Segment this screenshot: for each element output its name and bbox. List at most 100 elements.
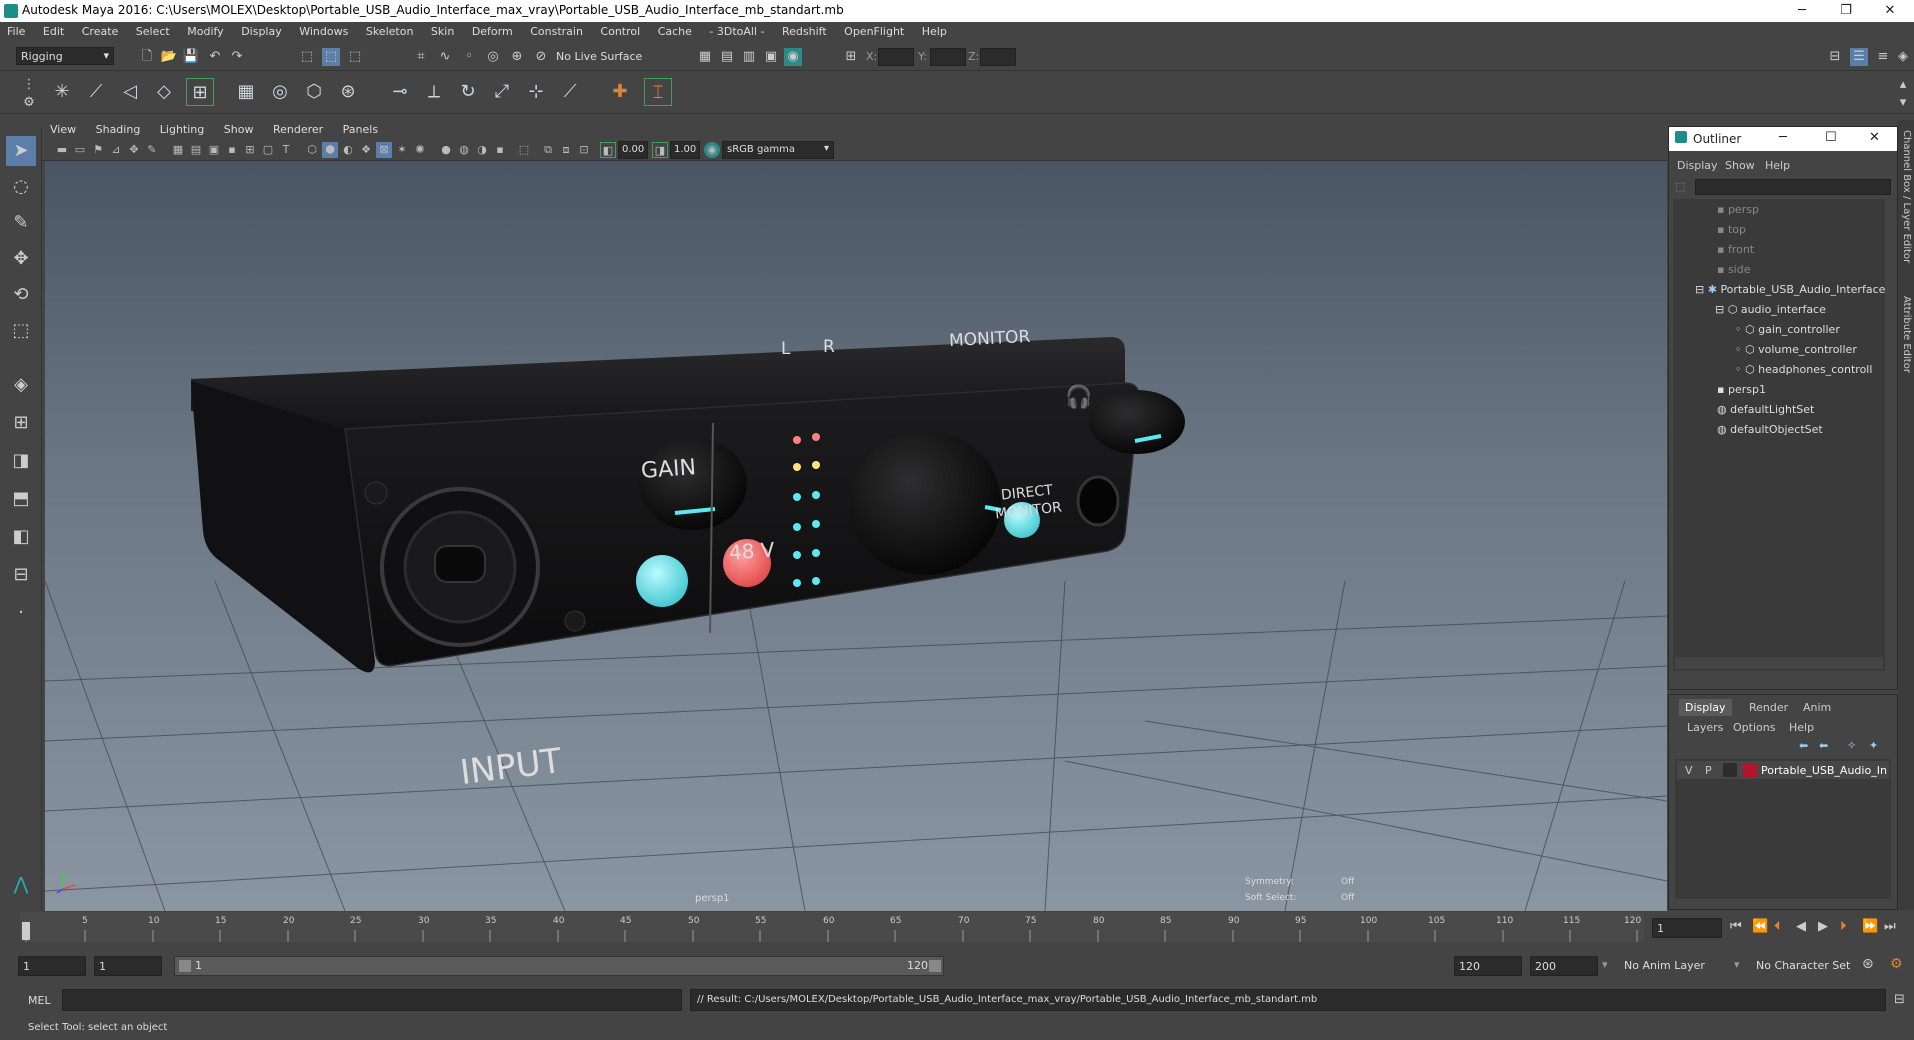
- animation-start-field[interactable]: 1: [18, 956, 86, 976]
- search-icon[interactable]: ⬚: [1675, 180, 1685, 193]
- xray-active-icon[interactable]: ⧈: [558, 142, 574, 158]
- step-forward-frame-icon[interactable]: ⏵: [1840, 919, 1847, 934]
- grid-icon[interactable]: ▦: [170, 142, 186, 158]
- pole-vector-icon[interactable]: ⟋: [556, 78, 584, 106]
- scale-tool-icon[interactable]: ⬚: [6, 316, 36, 346]
- outliner-item-gain-controller[interactable]: ◦ ⬡ gain_controller: [1735, 323, 1914, 343]
- playback-start-field[interactable]: 1: [94, 956, 162, 976]
- undo-icon[interactable]: ↶: [206, 48, 224, 66]
- menu-windows[interactable]: Windows: [292, 22, 355, 38]
- mirror-joint-icon[interactable]: ◇: [150, 78, 178, 106]
- move-layer-up-icon[interactable]: ⬅: [1799, 739, 1808, 752]
- script-language-toggle[interactable]: MEL: [28, 994, 51, 1007]
- shelf-scroll-up-icon[interactable]: ▴: [1894, 76, 1912, 94]
- modeling-toolkit-icon[interactable]: ⊟: [1826, 48, 1844, 66]
- anim-layer-dropdown[interactable]: No Anim Layer: [1620, 956, 1744, 976]
- layer-playback-toggle[interactable]: P: [1705, 764, 1712, 777]
- outliner-item-volume-controller[interactable]: ◦ ⬡ volume_controller: [1735, 343, 1914, 363]
- hypershade-icon[interactable]: ◉: [784, 48, 802, 66]
- menu-help[interactable]: Help: [915, 22, 954, 38]
- panel-menu-shading[interactable]: Shading: [88, 120, 149, 136]
- attribute-editor-tab[interactable]: Attribute Editor: [1901, 296, 1912, 373]
- menu-3dtoall[interactable]: - 3DtoAll -: [702, 22, 771, 38]
- select-tool-icon[interactable]: ➤: [6, 136, 36, 166]
- x-field[interactable]: [878, 48, 914, 66]
- locator-icon[interactable]: ✚: [606, 78, 634, 106]
- joint-tool-icon[interactable]: ✳: [48, 78, 76, 106]
- menu-create[interactable]: Create: [75, 22, 126, 38]
- menu-redshift[interactable]: Redshift: [775, 22, 834, 38]
- restore-button[interactable]: ❐: [1824, 0, 1868, 22]
- outliner-item-audio-interface[interactable]: ⊟ ⬡ audio_interface: [1715, 303, 1914, 323]
- step-forward-key-icon[interactable]: ⏩: [1862, 919, 1878, 934]
- menu-control[interactable]: Control: [593, 22, 647, 38]
- y-field[interactable]: [930, 48, 966, 66]
- open-scene-icon[interactable]: 📂: [160, 48, 178, 66]
- motion-blur-icon[interactable]: ◑: [474, 142, 490, 158]
- z-field[interactable]: [980, 48, 1016, 66]
- gate-mask-icon[interactable]: ▪: [224, 142, 240, 158]
- hud-icon[interactable]: ⊡: [576, 142, 592, 158]
- color-space-dropdown[interactable]: sRGB gamma ▾: [722, 141, 834, 159]
- outliner-item-default-light-set[interactable]: ◍ defaultLightSet: [1717, 403, 1914, 423]
- time-slider[interactable]: 5 10 15 20 25 30 35 40 45 50 55 60 65 70…: [0, 912, 1914, 946]
- cluster-handle-icon[interactable]: ⌶: [644, 78, 672, 106]
- layers-menu-help[interactable]: Help: [1789, 721, 1814, 734]
- outliner-menu-show[interactable]: Show: [1725, 159, 1755, 172]
- smooth-shade-icon[interactable]: ⬢: [322, 142, 338, 158]
- step-back-key-icon[interactable]: ⏪: [1752, 919, 1768, 934]
- menu-select[interactable]: Select: [129, 22, 177, 38]
- new-layer-icon[interactable]: ✧: [1847, 739, 1856, 752]
- resolution-gate-icon[interactable]: ▣: [206, 142, 222, 158]
- shelf-scroll-down-icon[interactable]: ▾: [1894, 94, 1912, 112]
- gamma-icon[interactable]: ◨: [652, 142, 668, 158]
- orient-constraint-icon[interactable]: ↻: [454, 78, 482, 106]
- select-component-icon[interactable]: ⬚: [346, 48, 364, 66]
- make-live-icon[interactable]: ⊘: [532, 48, 550, 66]
- outliner-menu-help[interactable]: Help: [1765, 159, 1790, 172]
- playback-end-field[interactable]: 120: [1454, 956, 1522, 976]
- menu-display[interactable]: Display: [234, 22, 289, 38]
- graph-persp-layout-icon[interactable]: ⬒: [6, 484, 36, 514]
- chevron-down-icon[interactable]: ▾: [1734, 958, 1740, 971]
- command-input[interactable]: [62, 989, 682, 1011]
- ik-spline-icon[interactable]: ◁: [116, 78, 144, 106]
- safe-action-icon[interactable]: ▢: [260, 142, 276, 158]
- exposure-field[interactable]: 0.00: [618, 141, 648, 159]
- menu-edit[interactable]: Edit: [36, 22, 71, 38]
- close-button[interactable]: ✕: [1868, 0, 1912, 22]
- outliner-horizontal-scrollbar[interactable]: [1675, 657, 1883, 669]
- camera-attributes-icon[interactable]: ▭: [72, 142, 88, 158]
- render-frame-icon[interactable]: ▦: [696, 48, 714, 66]
- panel-menu-view[interactable]: View: [42, 120, 84, 136]
- new-layer-selected-icon[interactable]: ✦: [1869, 739, 1878, 752]
- ik-handle-icon[interactable]: ⟋: [82, 78, 110, 106]
- snap-curve-icon[interactable]: ∿: [436, 48, 454, 66]
- shelf-gear-icon[interactable]: ⚙: [20, 94, 38, 112]
- outliner-menu-display[interactable]: Display: [1677, 159, 1718, 172]
- animation-prefs-icon[interactable]: ⚙: [1890, 956, 1903, 972]
- lasso-tool-icon[interactable]: ◌: [6, 172, 36, 202]
- safe-title-icon[interactable]: T: [278, 142, 294, 158]
- channel-box-tab[interactable]: Channel Box / Layer Editor: [1901, 130, 1912, 263]
- outliner-layout-icon[interactable]: ⊟: [6, 560, 36, 590]
- single-perspective-layout-icon[interactable]: ◈: [6, 370, 36, 400]
- scale-constraint-icon[interactable]: ⤢: [488, 78, 516, 106]
- outliner-item-side[interactable]: ▪ side: [1717, 263, 1914, 283]
- snap-view-icon[interactable]: ◎: [484, 48, 502, 66]
- cluster-icon[interactable]: ◎: [266, 78, 294, 106]
- close-icon[interactable]: ✕: [1869, 130, 1880, 145]
- outliner-item-front[interactable]: ▪ front: [1717, 243, 1914, 263]
- image-plane-icon[interactable]: ⊿: [108, 142, 124, 158]
- go-to-end-icon[interactable]: ⏭: [1884, 919, 1896, 934]
- default-material-icon[interactable]: ◐: [340, 142, 356, 158]
- panel-menu-lighting[interactable]: Lighting: [152, 120, 212, 136]
- snap-surface-icon[interactable]: ⊕: [508, 48, 526, 66]
- outliner-item-top[interactable]: ▪ top: [1717, 223, 1914, 243]
- hypershade-layout-icon[interactable]: ◧: [6, 522, 36, 552]
- snap-point-icon[interactable]: ◦: [460, 48, 478, 66]
- menu-skin[interactable]: Skin: [424, 22, 461, 38]
- menu-skeleton[interactable]: Skeleton: [359, 22, 421, 38]
- channel-box-toggle-icon[interactable]: ◈: [1894, 48, 1912, 66]
- paint-select-icon[interactable]: ✎: [6, 208, 36, 238]
